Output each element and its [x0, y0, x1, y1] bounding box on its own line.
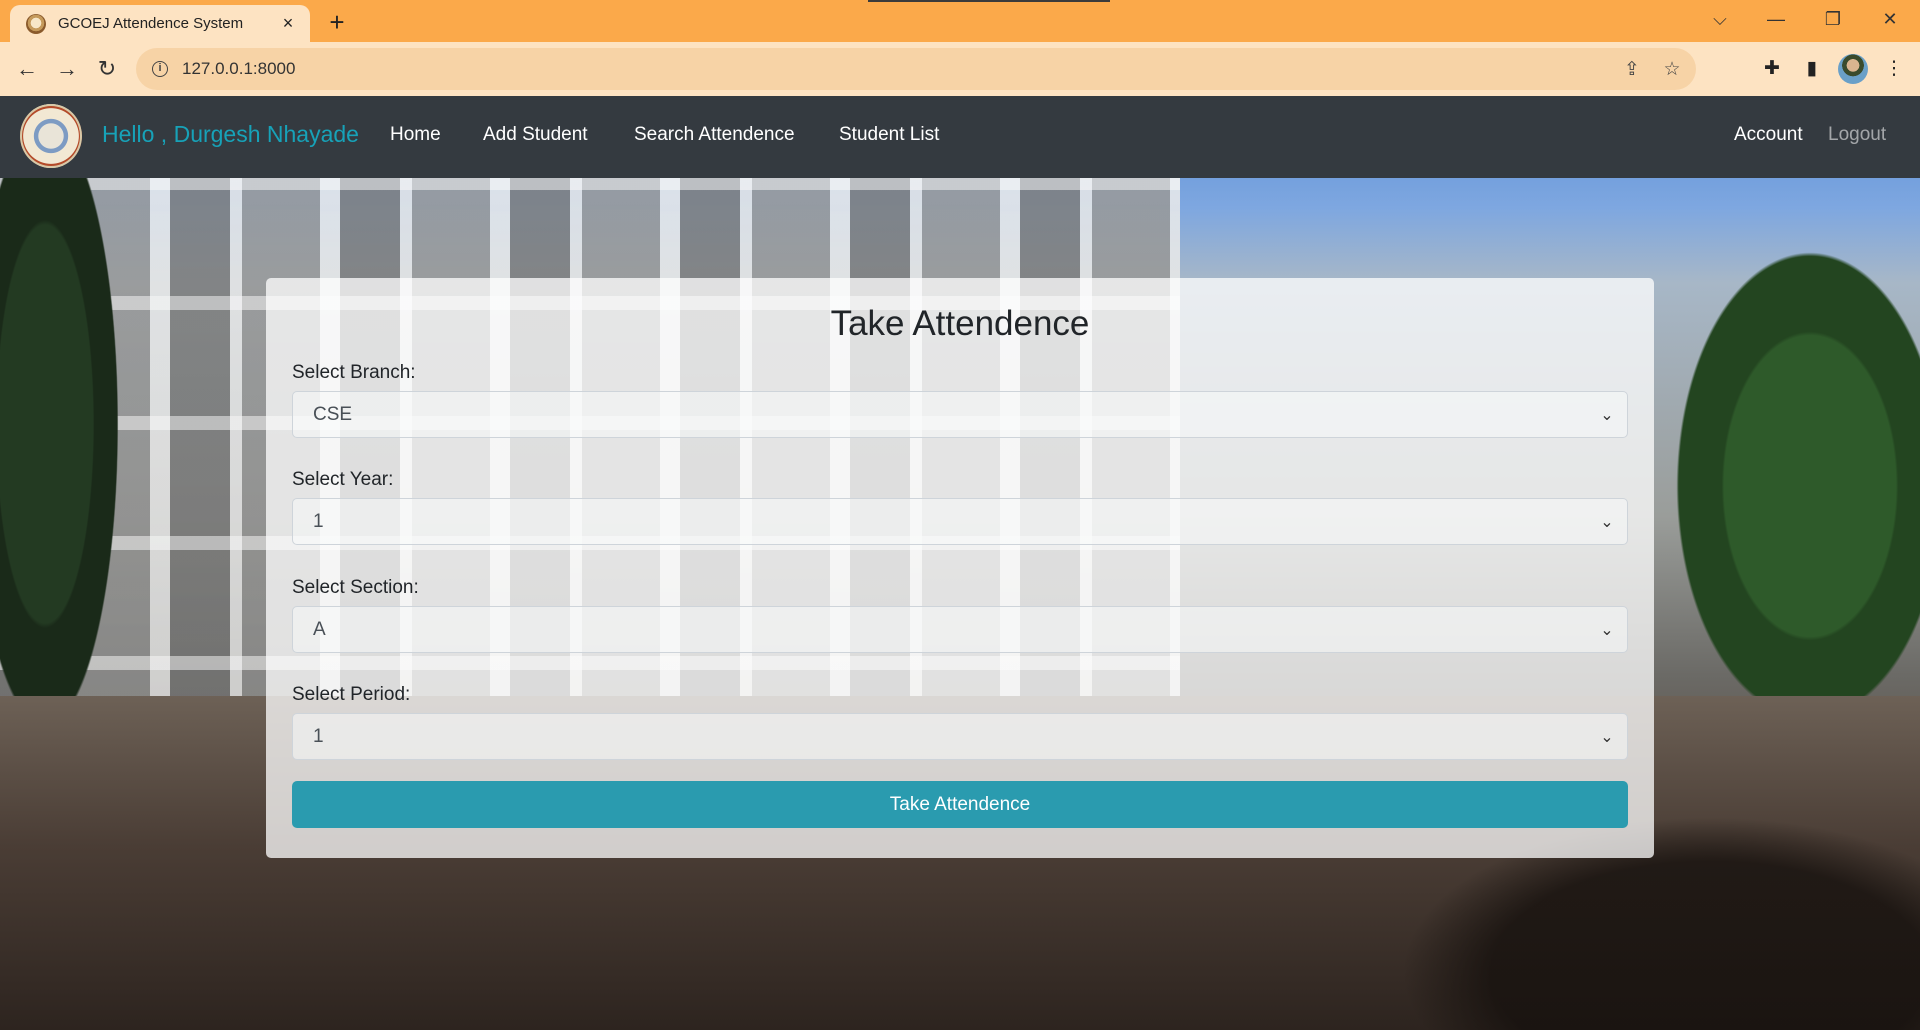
- year-select[interactable]: 1 ⌄: [292, 498, 1628, 545]
- url-text: 127.0.0.1:8000: [182, 59, 296, 78]
- browser-menu-icon[interactable]: ⋮: [1880, 55, 1908, 83]
- address-bar[interactable]: i 127.0.0.1:8000 ⇪ ☆: [136, 48, 1696, 90]
- period-label: Select Period:: [292, 684, 411, 705]
- college-logo[interactable]: [20, 104, 82, 168]
- take-attendence-form: Take Attendence Select Branch: CSE ⌄ Sel…: [266, 278, 1654, 858]
- chevron-down-icon: ⌄: [1600, 406, 1614, 424]
- tab-title: GCOEJ Attendence System: [58, 15, 244, 32]
- form-title: Take Attendence: [830, 304, 1090, 343]
- nav-student-list-link[interactable]: Student List: [839, 124, 939, 146]
- browser-tab[interactable]: GCOEJ Attendence System ×: [10, 5, 310, 42]
- new-tab-icon[interactable]: +: [322, 8, 352, 38]
- branch-select-value: CSE: [313, 403, 353, 425]
- restore-icon[interactable]: ❐: [1813, 4, 1853, 34]
- nav-search-attendence-link[interactable]: Search Attendence: [634, 124, 795, 146]
- branch-select[interactable]: CSE ⌄: [292, 391, 1628, 438]
- site-info-icon[interactable]: i: [152, 61, 168, 77]
- minimize-icon[interactable]: —: [1756, 4, 1796, 34]
- tree-left-shape: [0, 136, 130, 776]
- section-select[interactable]: A ⌄: [292, 606, 1628, 653]
- nav-add-student-link[interactable]: Add Student: [483, 124, 588, 146]
- profile-avatar[interactable]: [1838, 54, 1868, 84]
- tab-close-icon[interactable]: ×: [278, 13, 298, 34]
- back-icon[interactable]: ←: [12, 54, 42, 84]
- section-select-value: A: [313, 618, 326, 640]
- browser-toolbar: ← → ↻ i 127.0.0.1:8000 ⇪ ☆ ✚ ▮ ⋮: [0, 42, 1920, 96]
- section-label: Select Section:: [292, 577, 419, 598]
- nav-logout-link[interactable]: Logout: [1828, 124, 1886, 146]
- top-navbar: Hello , Durgesh Nhayade Home Add Student…: [0, 96, 1920, 178]
- extensions-icon[interactable]: ✚: [1758, 55, 1786, 83]
- year-label: Select Year:: [292, 469, 394, 490]
- chevron-down-icon: ⌄: [1600, 513, 1614, 531]
- page-viewport: Hello , Durgesh Nhayade Home Add Student…: [0, 96, 1920, 1030]
- loading-indicator: [868, 0, 1110, 2]
- year-select-value: 1: [313, 510, 324, 532]
- window-close-icon[interactable]: ✕: [1870, 4, 1910, 34]
- period-select-value: 1: [313, 725, 324, 747]
- browser-tabstrip: GCOEJ Attendence System × + ⌵ — ❐ ✕: [0, 0, 1920, 42]
- branch-label: Select Branch:: [292, 362, 416, 383]
- tree-right-shape: [1650, 206, 1920, 766]
- greeting-brand[interactable]: Hello , Durgesh Nhayade: [102, 121, 359, 148]
- forward-icon[interactable]: →: [52, 54, 82, 84]
- site-favicon-icon: [26, 13, 46, 34]
- chevron-down-icon: ⌄: [1600, 728, 1614, 746]
- reload-icon[interactable]: ↻: [92, 54, 122, 84]
- nav-account-link[interactable]: Account: [1734, 124, 1803, 146]
- nav-home-link[interactable]: Home: [390, 124, 441, 146]
- share-icon[interactable]: ⇪: [1620, 58, 1644, 82]
- period-select[interactable]: 1 ⌄: [292, 713, 1628, 760]
- side-panel-icon[interactable]: ▮: [1798, 55, 1826, 83]
- bookmark-star-icon[interactable]: ☆: [1660, 58, 1684, 82]
- chevron-down-icon: ⌄: [1600, 621, 1614, 639]
- take-attendence-button[interactable]: Take Attendence: [292, 781, 1628, 828]
- tab-search-icon[interactable]: ⌵: [1700, 4, 1740, 34]
